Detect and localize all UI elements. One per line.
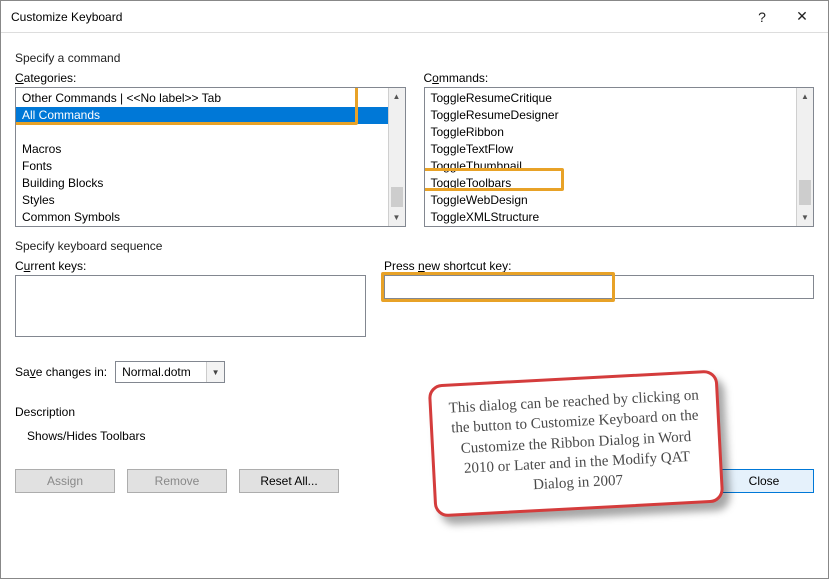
save-changes-label: Save changes in:Save changes in: [15,365,107,379]
scrollbar[interactable]: ▲ ▼ [388,88,405,226]
scrollbar[interactable]: ▲ ▼ [796,88,813,226]
scroll-thumb[interactable] [799,180,811,205]
commands-label: Commands:Commands: [424,71,815,85]
list-item[interactable]: ToggleRibbon [425,124,797,141]
reset-all-button[interactable]: Reset All... [239,469,339,493]
remove-button[interactable]: Remove [127,469,227,493]
list-item[interactable]: ToggleResumeDesigner [425,107,797,124]
dialog-content: Specify a command CCategories:ategories:… [1,33,828,578]
close-button[interactable]: Close [714,469,814,493]
list-item[interactable]: ToggleTextFlow [425,141,797,158]
list-item[interactable]: Building Blocks [16,175,388,192]
list-item[interactable]: Fonts [16,158,388,175]
list-item[interactable]: Styles [16,192,388,209]
list-item[interactable]: Other Commands | <<No label>> Tab [16,90,388,107]
list-item[interactable]: Common Symbols [16,209,388,226]
help-icon: ? [758,9,766,25]
scroll-down-icon[interactable]: ▼ [797,209,813,226]
commands-listbox[interactable]: ToggleResumeCritique ToggleResumeDesigne… [424,87,815,227]
new-shortcut-input[interactable] [384,275,814,299]
specify-command-label: Specify a command [15,51,814,65]
dialog-title: Customize Keyboard [11,10,742,24]
help-button[interactable]: ? [742,2,782,32]
save-changes-value: Normal.dotm [122,365,191,379]
assign-button[interactable]: Assign [15,469,115,493]
customize-keyboard-dialog: Customize Keyboard ? ✕ Specify a command… [0,0,829,579]
scroll-down-icon[interactable]: ▼ [389,209,405,226]
save-changes-select[interactable]: Normal.dotm ▼ [115,361,225,383]
list-item[interactable]: Macros [16,141,388,158]
scroll-up-icon[interactable]: ▲ [797,88,813,105]
annotation-callout: This dialog can be reached by clicking o… [428,370,725,518]
scroll-up-icon[interactable]: ▲ [389,88,405,105]
specify-sequence-label: Specify keyboard sequence [15,239,814,253]
list-item[interactable]: ToggleResumeCritique [425,90,797,107]
categories-items: Other Commands | <<No label>> Tab All Co… [16,88,388,226]
current-keys-box[interactable] [15,275,366,337]
list-item[interactable]: ToggleToolbars [425,175,797,192]
list-item[interactable]: ToggleXMLStructure [425,209,797,226]
titlebar: Customize Keyboard ? ✕ [1,1,828,33]
current-keys-label: Current keys:Current keys: [15,259,366,273]
categories-label: CCategories:ategories: [15,71,406,85]
categories-listbox[interactable]: Other Commands | <<No label>> Tab All Co… [15,87,406,227]
press-new-label: Press new shortcut key:Press new shortcu… [384,259,814,273]
commands-items: ToggleResumeCritique ToggleResumeDesigne… [425,88,797,226]
scroll-thumb[interactable] [391,187,403,207]
list-item[interactable]: ToggleWebDesign [425,192,797,209]
list-item-selected[interactable]: All Commands [16,107,388,124]
close-window-button[interactable]: ✕ [782,2,822,32]
list-item[interactable]: ToggleThumbnail [425,158,797,175]
close-icon: ✕ [796,8,808,25]
chevron-down-icon: ▼ [206,362,224,382]
list-item[interactable] [16,124,388,141]
